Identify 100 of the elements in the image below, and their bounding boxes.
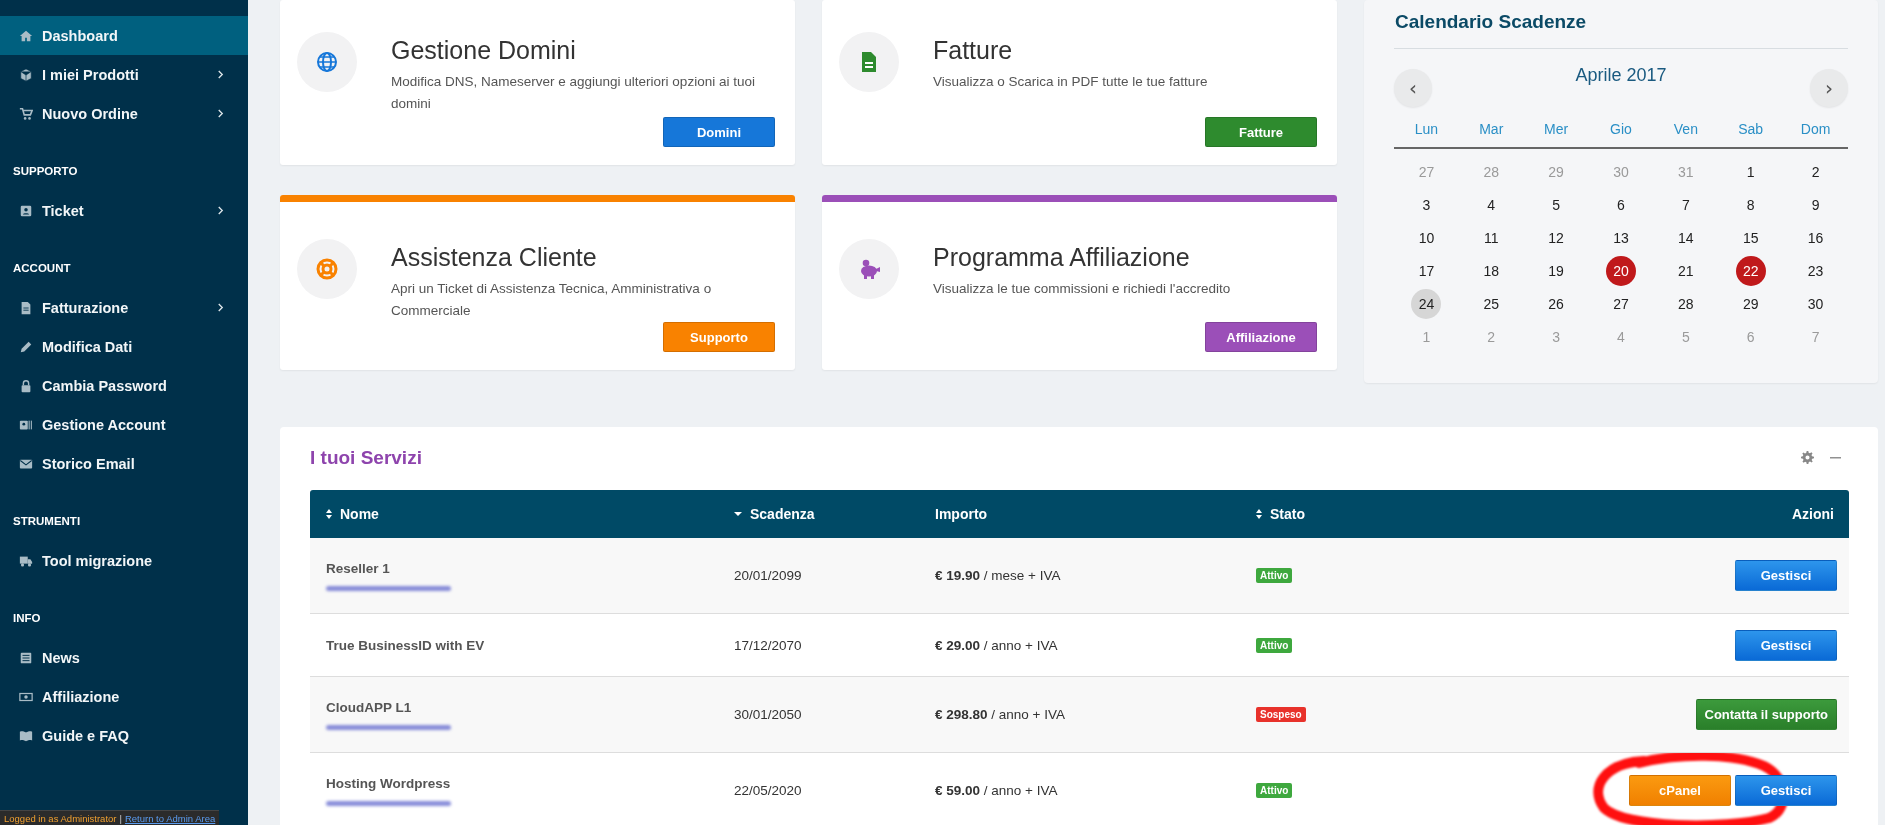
calendar-day[interactable]: 3 [1411,189,1442,220]
card-description: Visualizza le tue commissioni e richiedi l'accredito [933,280,1231,298]
settings-icon[interactable] [1801,451,1814,464]
section-heading: STRUMENTI [12,514,82,529]
weekday-label: Mer [1543,120,1570,139]
sidebar-item[interactable]: Affiliazione [0,677,248,716]
login-status: Logged in as Administrator [4,812,117,824]
pencil-icon [19,339,33,354]
price: € 19.90 / mese + IVA [935,568,1062,583]
status-badge: Attivo [1256,568,1293,583]
card-description: Apri un Ticket di Assistenza Tecnica, Amministrativa o Commerciale [391,280,713,320]
expiry-date: 30/01/2050 [734,707,803,722]
chevron-right-icon [217,303,224,312]
sort-descending-icon [734,512,742,516]
calendar-day[interactable]: 24 [1411,288,1442,319]
home-icon [19,28,33,43]
chevron-right-icon [217,109,224,118]
column-header[interactable]: Nome [326,506,734,522]
sidebar-item[interactable]: Gestione Account [0,405,248,444]
action-button[interactable]: Contatta il supporto [1695,699,1837,730]
card-description: Modifica DNS, Nameserver e aggiungi ulteriori opzioni ai tuoi domini [391,73,756,113]
sort-icon [1256,509,1262,519]
chevron-right-icon [217,70,224,79]
calendar-day[interactable]: 6 [1606,189,1636,220]
calendar-day[interactable]: 29 [1735,288,1766,319]
sidebar-item[interactable]: Storico Email [0,444,248,483]
book-icon [19,728,33,743]
sidebar-item[interactable]: Cambia Password [0,366,248,405]
price: € 59.00 / anno + IVA [935,783,1059,798]
service-name: Reseller 1 [326,560,391,576]
weekday-label: Ven [1672,120,1699,139]
calendar-day[interactable]: 7 [1670,189,1701,220]
expiry-date: 17/12/2070 [734,637,803,653]
card-button[interactable]: Fatture [1205,117,1317,147]
calendar-day[interactable]: 14 [1670,222,1701,253]
sidebar-item[interactable]: Nuovo Ordine [0,94,248,133]
calendar-day[interactable]: 13 [1606,222,1636,253]
card-button[interactable]: Domini [663,117,775,147]
admin-area-link[interactable]: Return to Admin Area [124,812,216,824]
sidebar-item[interactable]: I miei Prodotti [0,55,248,94]
card-title: Assistenza Cliente [391,242,598,272]
sidebar-item[interactable]: Fatturazione [0,288,248,327]
sidebar-item[interactable]: Tool migrazione [0,541,248,580]
calendar-day[interactable]: 17 [1411,255,1442,286]
calendar-day[interactable]: 20 [1606,255,1636,286]
calendar-day[interactable]: 4 [1476,189,1507,220]
calendar-day[interactable]: 8 [1735,189,1766,220]
calendar-day[interactable]: 18 [1476,255,1507,286]
card-description: Visualizza o Scarica in PDF tutte le tue fatture [933,73,1208,91]
month-title: Aprile 2017 [1575,65,1667,86]
sidebar-item[interactable]: News [0,638,248,677]
weekday-label: Dom [1799,120,1832,139]
action-button[interactable]: Gestisci [1735,775,1837,806]
calendar-day[interactable]: 10 [1411,222,1442,253]
sort-icon [326,509,332,519]
chevron-right-icon [217,206,224,215]
calendar-day[interactable]: 22 [1735,255,1766,286]
column-header[interactable]: Stato [1256,506,1792,522]
calendar-day[interactable]: 12 [1541,222,1572,253]
column-header[interactable]: Importo [935,506,1256,522]
price: € 29.00 / anno + IVA [935,637,1059,653]
calendar-day[interactable]: 27 [1606,288,1636,319]
card-button[interactable]: Affiliazione [1205,322,1317,352]
calendar-day[interactable]: 19 [1541,255,1572,286]
document-icon [19,300,33,315]
column-header[interactable]: Azioni [1792,506,1837,522]
action-button[interactable]: Gestisci [1735,560,1837,591]
calendar-day[interactable]: 25 [1476,288,1507,319]
sidebar-item[interactable]: Ticket [0,191,248,230]
panel-title: I tuoi Servizi [310,446,423,469]
calendar-title: Calendario Scadenze [1394,8,1848,49]
calendar-day[interactable]: 30 [1800,288,1831,319]
calendar-day[interactable]: 21 [1670,255,1701,286]
calendar-day[interactable]: 28 [1670,288,1701,319]
weekday-label: Gio [1609,120,1633,139]
cube-icon [19,67,33,82]
weekday-label: Lun [1413,120,1440,139]
action-button[interactable]: Gestisci [1735,629,1837,661]
minimize-icon[interactable] [1830,456,1841,459]
calendar-day[interactable]: 2 [1800,156,1831,187]
calendar-day[interactable]: 26 [1541,288,1572,319]
next-month-button[interactable]: › [1810,69,1848,107]
previous-month-button[interactable]: ‹ [1394,69,1432,107]
lock-icon [19,378,33,393]
column-header[interactable]: Scadenza [734,506,935,522]
calendar-day[interactable]: 15 [1735,222,1766,253]
sidebar-item[interactable]: Dashboard [0,16,248,55]
card-title: Programma Affiliazione [933,242,1191,272]
calendar-day[interactable]: 16 [1800,222,1831,253]
newspaper-icon [19,650,33,665]
calendar-day[interactable]: 11 [1476,222,1507,253]
weekday-label: Sab [1737,120,1765,139]
sidebar-item[interactable]: Modifica Dati [0,327,248,366]
calendar-day[interactable]: 9 [1800,189,1831,220]
status-badge: Attivo [1256,637,1293,653]
calendar-day[interactable]: 5 [1541,189,1572,220]
calendar-day[interactable]: 23 [1800,255,1831,286]
section-heading: INFO [12,611,42,626]
calendar-day[interactable]: 1 [1735,156,1766,187]
sidebar-item[interactable]: Guide e FAQ [0,716,248,755]
